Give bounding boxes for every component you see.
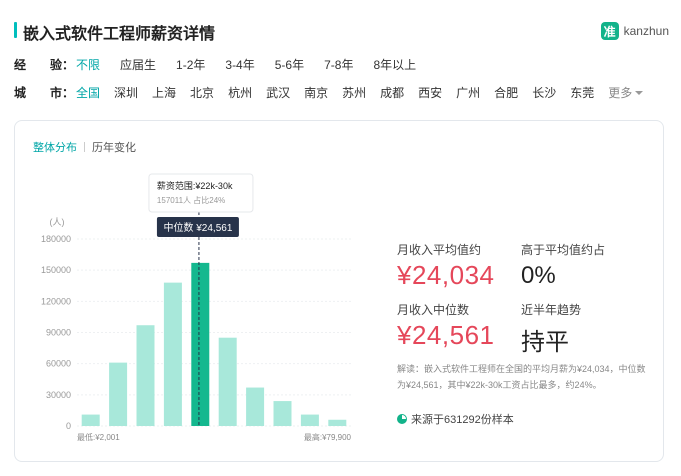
experience-option[interactable]: 3-4年 bbox=[225, 56, 254, 73]
y-tick-label: 150000 bbox=[41, 265, 71, 275]
city-option[interactable]: 苏州 bbox=[342, 84, 366, 101]
tooltip-detail: 157011人 占比24% bbox=[157, 195, 225, 205]
x-max-label: 最高:¥79,900 bbox=[304, 432, 352, 442]
histogram-bar bbox=[109, 362, 128, 426]
histogram-bar bbox=[81, 414, 100, 426]
y-tick-label: 60000 bbox=[46, 359, 71, 369]
salary-distribution-card: 整体分布 历年变化 (人) 0 30000 60000 90000 120000 15000… bbox=[14, 120, 664, 462]
stat-median-value: ¥24,561 bbox=[397, 320, 495, 350]
stat-median: 月收入中位数 ¥24,561 bbox=[397, 301, 494, 351]
histogram-bar bbox=[273, 401, 292, 426]
brand-text: kanzhun bbox=[623, 24, 669, 38]
histogram-bar bbox=[163, 282, 182, 426]
experience-filter-label: 经 验： bbox=[14, 57, 75, 72]
y-tick-label: 120000 bbox=[41, 296, 71, 306]
y-tick-label: 30000 bbox=[46, 390, 71, 400]
city-option[interactable]: 武汉 bbox=[266, 84, 290, 101]
city-option[interactable]: 长沙 bbox=[532, 84, 556, 101]
histogram-bar bbox=[246, 387, 265, 426]
stat-trend-label: 近半年趋势 bbox=[521, 303, 582, 317]
pie-chart-icon bbox=[397, 414, 407, 424]
city-more-label: 更多 bbox=[608, 85, 633, 100]
median-label-text: 中位数 ¥24,561 bbox=[163, 221, 232, 234]
salary-interpretation-note: 解读：嵌入式软件工程师在全国的平均月薪为¥24,034，中位数为¥24,561，… bbox=[397, 364, 646, 390]
city-option[interactable]: 东莞 bbox=[570, 84, 594, 101]
stat-trend: 近半年趋势 持平 bbox=[521, 301, 581, 357]
stat-above-average-value: 0% bbox=[521, 262, 556, 289]
experience-filter: 经 验： 不限 应届生 1-2年 3-4年 5-6年 7-8年 8年以上 bbox=[14, 54, 436, 74]
experience-option[interactable]: 应届生 bbox=[120, 56, 156, 73]
city-option[interactable]: 南京 bbox=[304, 84, 328, 101]
experience-option[interactable]: 7-8年 bbox=[324, 56, 353, 73]
city-option[interactable]: 成都 bbox=[380, 84, 404, 101]
salary-histogram: (人) 0 30000 60000 90000 120000 150000 180000 最低:… bbox=[41, 173, 352, 442]
tooltip-box bbox=[148, 173, 254, 213]
city-option[interactable]: 广州 bbox=[456, 84, 480, 101]
stat-median-label: 月收入中位数 bbox=[397, 303, 470, 317]
experience-option[interactable]: 5-6年 bbox=[275, 56, 304, 73]
sample-source: 来源于631292份样本 bbox=[397, 411, 514, 427]
kanzhun-logo-icon: 准 bbox=[600, 22, 619, 40]
tooltip-range: 薪资范围:¥22k-30k bbox=[157, 180, 233, 191]
city-option[interactable]: 杭州 bbox=[228, 84, 252, 101]
y-tick-label: 0 bbox=[66, 421, 71, 431]
histogram-bar bbox=[300, 414, 319, 426]
title-accent-bar bbox=[14, 22, 17, 38]
city-option[interactable]: 上海 bbox=[152, 84, 176, 101]
x-min-label: 最低:¥2,001 bbox=[77, 432, 120, 442]
city-option[interactable]: 北京 bbox=[190, 84, 214, 101]
stat-above-average: 高于平均值约占 0% bbox=[521, 241, 605, 290]
experience-option[interactable]: 不限 bbox=[76, 56, 100, 73]
sample-source-text: 来源于631292份样本 bbox=[411, 414, 514, 426]
brand-logo[interactable]: 准 kanzhun bbox=[600, 20, 669, 42]
city-option[interactable]: 合肥 bbox=[494, 84, 518, 101]
stat-above-average-label: 高于平均值约占 bbox=[521, 243, 606, 257]
y-axis-label: (人) bbox=[50, 217, 65, 227]
histogram-bar bbox=[136, 325, 155, 426]
city-option[interactable]: 深圳 bbox=[114, 84, 138, 101]
stat-trend-value: 持平 bbox=[521, 329, 569, 356]
histogram-bar bbox=[328, 419, 347, 426]
city-option[interactable]: 全国 bbox=[76, 84, 100, 101]
city-option[interactable]: 西安 bbox=[418, 84, 442, 101]
stat-average-label: 月收入平均值约 bbox=[397, 243, 482, 257]
y-tick-label: 180000 bbox=[41, 234, 71, 244]
y-tick-label: 90000 bbox=[46, 328, 71, 338]
page-header: 嵌入式软件工程师薪资详情 准 kanzhun bbox=[14, 18, 669, 44]
city-more-button[interactable]: 更多 bbox=[608, 84, 644, 101]
stat-average: 月收入平均值约 ¥24,034 bbox=[397, 241, 494, 291]
stat-average-value: ¥24,034 bbox=[397, 260, 495, 290]
histogram-bar bbox=[218, 337, 237, 426]
page-title: 嵌入式软件工程师薪资详情 bbox=[23, 26, 216, 43]
experience-option[interactable]: 8年以上 bbox=[373, 56, 416, 73]
city-filter-label: 城 市： bbox=[14, 85, 75, 100]
city-filter: 城 市： 全国 深圳 上海 北京 杭州 武汉 南京 苏州 成都 西安 广州 合肥 长沙 东莞 更多 bbox=[14, 82, 644, 102]
experience-option[interactable]: 1-2年 bbox=[176, 56, 205, 73]
histogram-bar bbox=[191, 262, 210, 426]
chevron-down-icon bbox=[635, 91, 644, 95]
